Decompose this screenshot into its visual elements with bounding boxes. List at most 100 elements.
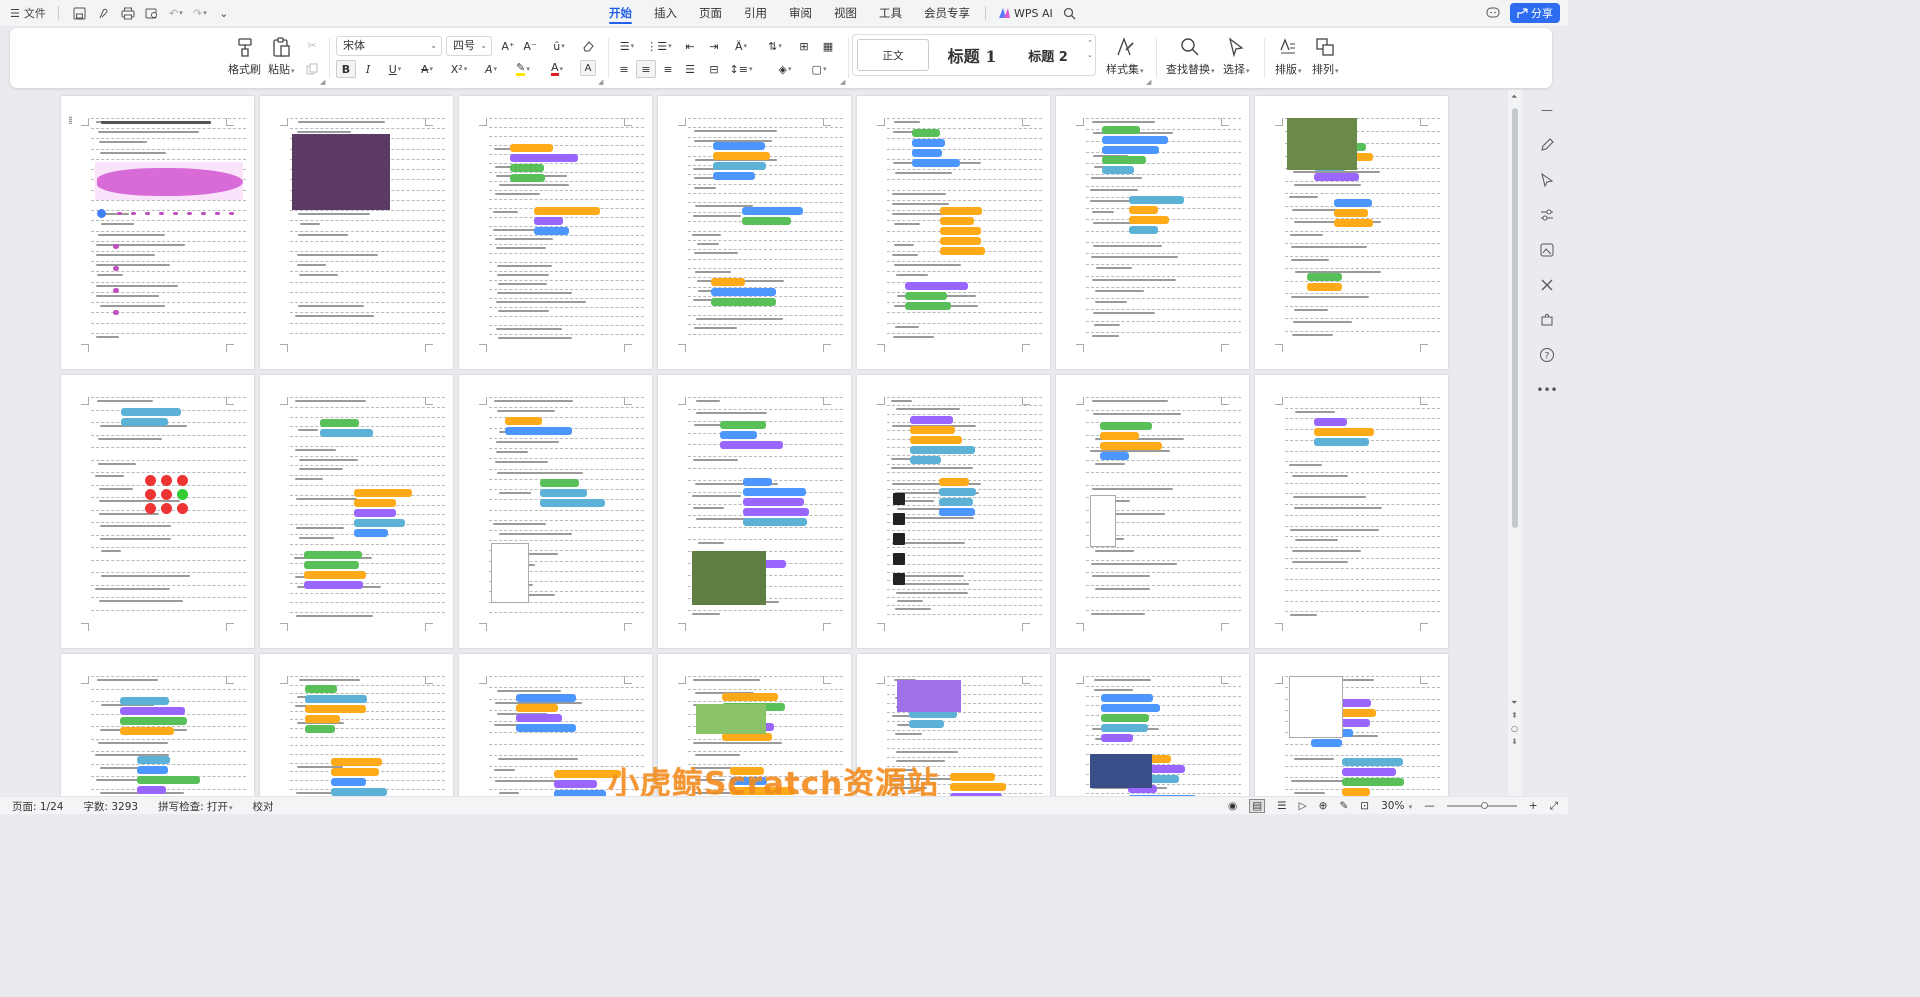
page-thumbnail[interactable] bbox=[61, 375, 254, 648]
copy-button[interactable] bbox=[302, 60, 322, 78]
page-thumbnail[interactable] bbox=[1255, 375, 1448, 648]
search-button[interactable] bbox=[1061, 3, 1079, 23]
wps-ai-button[interactable]: WPS AI bbox=[990, 0, 1061, 26]
align-left-button[interactable]: ≡ bbox=[614, 60, 634, 78]
align-center-button[interactable]: ≡ bbox=[636, 60, 656, 78]
web-view-icon[interactable]: ⊕ bbox=[1319, 800, 1328, 812]
file-menu-button[interactable]: ☰ 文件 bbox=[10, 3, 46, 23]
vertical-scrollbar[interactable]: ⏶ ⏷ ⇞ ○ ⇟ bbox=[1508, 90, 1522, 796]
page-thumbnail[interactable] bbox=[459, 96, 652, 369]
eye-protection-icon[interactable]: ◉ bbox=[1228, 800, 1237, 812]
line-spacing-button[interactable]: ↕≡ ▾ bbox=[728, 60, 754, 78]
clear-format-button[interactable] bbox=[578, 37, 598, 55]
help-button[interactable]: ? bbox=[1536, 345, 1558, 365]
chevron-down-icon[interactable]: ⏷ bbox=[1511, 696, 1518, 709]
tools-button[interactable] bbox=[1536, 275, 1558, 295]
increase-indent-button[interactable]: ⇥ bbox=[704, 37, 724, 55]
bold-button[interactable]: B bbox=[336, 60, 356, 78]
page-thumbnail[interactable] bbox=[61, 654, 254, 796]
page-thumbnail[interactable] bbox=[1056, 654, 1249, 796]
tab-home[interactable]: 开始 bbox=[598, 0, 643, 26]
underline-button[interactable]: U ▾ bbox=[382, 60, 408, 78]
page-thumbnail[interactable] bbox=[1255, 654, 1448, 796]
phonetic-guide-button[interactable]: ȗ ▾ bbox=[545, 37, 573, 55]
typesetting-button[interactable]: 排版▾ bbox=[1275, 36, 1302, 77]
zoom-slider[interactable] bbox=[1446, 802, 1517, 809]
print-preview-button[interactable] bbox=[143, 3, 161, 23]
italic-button[interactable]: I bbox=[358, 60, 378, 78]
page-thumbnail[interactable] bbox=[1255, 96, 1448, 369]
font-dialog-launcher[interactable]: ◢ bbox=[598, 78, 603, 86]
feedback-button[interactable] bbox=[1484, 3, 1502, 23]
page-thumbnail[interactable] bbox=[260, 654, 453, 796]
decrease-indent-button[interactable]: ⇤ bbox=[680, 37, 700, 55]
undo-button[interactable]: ↶ ▾ bbox=[167, 3, 185, 23]
justify-button[interactable]: ☰ bbox=[680, 60, 700, 78]
styles-dialog-launcher[interactable]: ◢ bbox=[1146, 78, 1151, 86]
page-thumbnail[interactable] bbox=[857, 375, 1050, 648]
outline-view-icon[interactable]: ☰ bbox=[1277, 800, 1286, 812]
table-layout-button[interactable]: ▦ bbox=[818, 37, 838, 55]
font-size-select[interactable]: 四号 ⌄ bbox=[446, 36, 492, 56]
superscript-button[interactable]: X² ▾ bbox=[446, 60, 472, 78]
shrink-font-button[interactable]: A⁻ bbox=[520, 37, 540, 55]
shading-button[interactable]: ◈ ▾ bbox=[772, 60, 798, 78]
adjust-button[interactable] bbox=[1536, 205, 1558, 225]
select-panel-button[interactable] bbox=[1536, 170, 1558, 190]
minimize-panel-button[interactable]: — bbox=[1536, 100, 1558, 120]
plugin-button[interactable] bbox=[1536, 310, 1558, 330]
page-selector-icon[interactable]: ○ bbox=[1511, 722, 1518, 735]
font-color-button[interactable]: A ▾ bbox=[544, 60, 570, 78]
previous-page-icon[interactable]: ⇞ bbox=[1511, 709, 1518, 722]
reading-mode-icon[interactable]: ▷ bbox=[1299, 800, 1307, 812]
proofread-button[interactable]: 校对 bbox=[252, 799, 273, 814]
tab-review[interactable]: 审阅 bbox=[778, 0, 823, 26]
scrollbar-thumb[interactable] bbox=[1512, 108, 1518, 528]
page-thumbnail[interactable] bbox=[459, 375, 652, 648]
select-button[interactable]: 选择▾ bbox=[1223, 36, 1250, 77]
zoom-in-button[interactable]: + bbox=[1529, 800, 1538, 812]
page-thumbnail[interactable] bbox=[658, 375, 851, 648]
write-mode-icon[interactable]: ✎ bbox=[1339, 800, 1348, 812]
tab-insert[interactable]: 插入 bbox=[643, 0, 688, 26]
style-normal[interactable]: 正文 bbox=[857, 39, 929, 71]
fit-width-icon[interactable]: ⊡ bbox=[1360, 800, 1369, 812]
save-button[interactable] bbox=[71, 3, 89, 23]
more-quick-access-button[interactable]: ⌄ bbox=[215, 3, 233, 23]
strikethrough-button[interactable]: A ▾ bbox=[414, 60, 440, 78]
cut-button[interactable]: ✂ bbox=[302, 36, 322, 54]
page-thumbnail[interactable] bbox=[260, 96, 453, 369]
page-indicator[interactable]: 页面: 1/24 bbox=[12, 799, 63, 814]
page-view-icon[interactable]: ▤ bbox=[1249, 799, 1266, 813]
document-canvas[interactable] bbox=[0, 90, 1508, 796]
chevron-up-icon[interactable]: ⏶ bbox=[1511, 92, 1517, 102]
paragraph-dialog-launcher[interactable]: ◢ bbox=[840, 78, 845, 86]
page-thumbnail[interactable] bbox=[857, 96, 1050, 369]
styles-scroll[interactable]: ⌃ ⌄ bbox=[1087, 37, 1093, 61]
style-set-button[interactable]: 样式集▾ bbox=[1106, 36, 1144, 77]
zoom-level[interactable]: 30% ▾ bbox=[1381, 800, 1412, 812]
page-thumbnail[interactable] bbox=[61, 96, 254, 369]
arrange-button[interactable]: 排列▾ bbox=[1312, 36, 1339, 77]
page-nav-buttons[interactable]: ⏷ ⇞ ○ ⇟ bbox=[1511, 696, 1518, 748]
paste-button[interactable]: 粘贴▾ bbox=[268, 36, 295, 77]
drag-handle-icon[interactable]: ⁞⁞ bbox=[68, 114, 73, 127]
bullet-list-button[interactable]: ☰ ▾ bbox=[614, 37, 640, 55]
text-effect-button[interactable]: A ▾ bbox=[478, 60, 504, 78]
share-button[interactable]: 分享 bbox=[1510, 3, 1560, 23]
edit-pen-button[interactable] bbox=[1536, 135, 1558, 155]
next-page-icon[interactable]: ⇟ bbox=[1511, 735, 1518, 748]
sort-button[interactable]: ⇅ ▾ bbox=[762, 37, 788, 55]
tab-member[interactable]: 会员专享 bbox=[913, 0, 981, 26]
show-marks-button[interactable]: ⊞ bbox=[794, 37, 814, 55]
export-pdf-button[interactable] bbox=[95, 3, 113, 23]
page-thumbnail[interactable] bbox=[1056, 96, 1249, 369]
spell-check-toggle[interactable]: 拼写检查: 打开▾ bbox=[158, 799, 232, 814]
borders-button[interactable]: ▢ ▾ bbox=[806, 60, 832, 78]
image-tools-button[interactable] bbox=[1536, 240, 1558, 260]
font-name-select[interactable]: 宋体 ⌄ bbox=[336, 36, 442, 56]
tab-page[interactable]: 页面 bbox=[688, 0, 733, 26]
page-thumbnail[interactable] bbox=[1056, 375, 1249, 648]
page-thumbnail[interactable] bbox=[658, 96, 851, 369]
chinese-layout-button[interactable]: Ä ▾ bbox=[728, 37, 754, 55]
